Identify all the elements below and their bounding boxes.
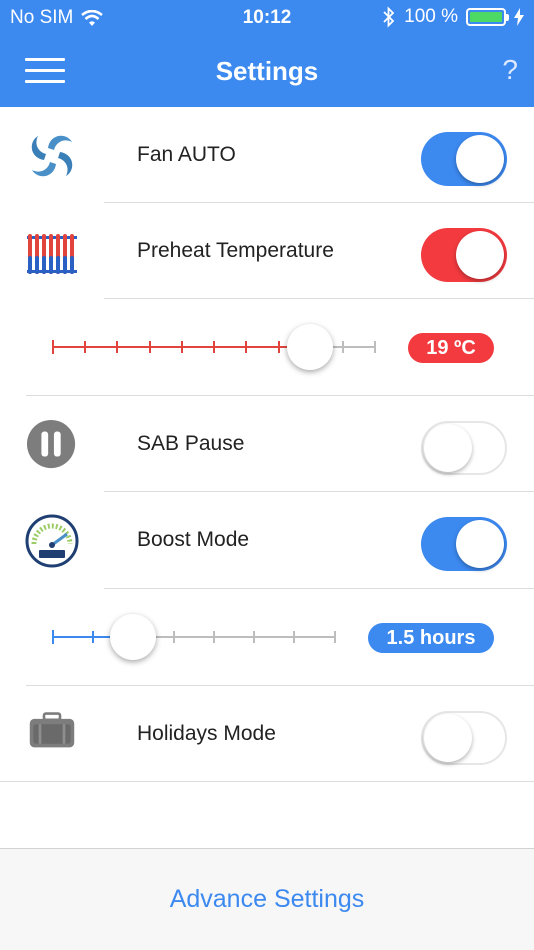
footer: Advance Settings	[0, 848, 534, 950]
radiator-icon	[27, 234, 77, 274]
setting-row-fan-auto: Fan AUTO	[0, 107, 534, 203]
advance-settings-button[interactable]: Advance Settings	[0, 885, 534, 914]
preheat-slider-row: 19 ºC	[0, 299, 534, 395]
speedometer-icon	[25, 514, 79, 568]
preheat-slider-thumb[interactable]	[287, 324, 333, 370]
boost-value-badge: 1.5 hours	[368, 623, 494, 653]
bluetooth-icon	[383, 6, 395, 28]
boost-slider-row: 1.5 hours	[0, 589, 534, 685]
boost-mode-toggle[interactable]	[421, 517, 507, 571]
battery-icon	[466, 8, 509, 26]
nav-bar: Settings ?	[0, 36, 534, 107]
setting-row-boost-mode: Boost Mode	[0, 492, 534, 588]
sab-pause-label: SAB Pause	[137, 432, 245, 455]
sab-pause-toggle[interactable]	[421, 421, 507, 475]
header: No SIM 10:12 100 % Settings ?	[0, 0, 534, 107]
help-button[interactable]: ?	[502, 54, 518, 86]
boost-duration-slider[interactable]	[50, 627, 340, 647]
suitcase-icon	[29, 712, 75, 748]
status-bar: No SIM 10:12 100 %	[0, 0, 534, 36]
boost-slider-thumb[interactable]	[110, 614, 156, 660]
boost-mode-label: Boost Mode	[137, 528, 250, 551]
preheat-label: Preheat Temperature	[137, 239, 334, 262]
holidays-mode-label: Holidays Mode	[137, 722, 276, 745]
charging-icon	[514, 8, 524, 26]
preheat-value-badge: 19 ºC	[408, 333, 494, 363]
pause-icon	[26, 419, 76, 469]
fan-auto-label: Fan AUTO	[137, 143, 236, 166]
battery-percent: 100 %	[404, 6, 458, 27]
fan-icon	[31, 135, 73, 177]
setting-row-sab-pause: SAB Pause	[0, 396, 534, 492]
status-right: 100 %	[382, 6, 524, 28]
holidays-mode-toggle[interactable]	[421, 711, 507, 765]
page-title: Settings	[215, 56, 319, 86]
preheat-toggle[interactable]	[421, 228, 507, 282]
setting-row-holidays-mode: Holidays Mode	[0, 686, 534, 782]
setting-row-preheat: Preheat Temperature	[0, 203, 534, 299]
divider	[0, 781, 534, 782]
fan-auto-toggle[interactable]	[421, 132, 507, 186]
